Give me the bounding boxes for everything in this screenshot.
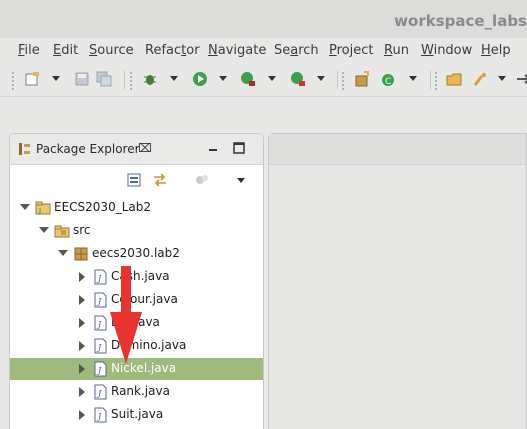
java-file-icon: J — [94, 407, 107, 423]
tree-item-label: eecs2030.lab2 — [92, 246, 180, 260]
toolbar-grip[interactable] — [130, 72, 134, 90]
collapsed-chevron-icon[interactable] — [79, 318, 85, 328]
menu-edit[interactable]: Edit — [53, 43, 78, 58]
eclipse-window: workspace_labs File Edit Source Refactor… — [0, 0, 527, 429]
collapse-all-icon[interactable] — [126, 172, 142, 188]
tree-item-label: src — [73, 223, 91, 237]
new-java-class-icon[interactable]: C — [380, 71, 396, 87]
menu-project[interactable]: Project — [329, 43, 374, 58]
tree-item-label: Nickel.java — [111, 361, 177, 375]
new-dropdown-icon[interactable] — [52, 76, 60, 81]
menu-window[interactable]: Window — [421, 43, 472, 58]
tree-item[interactable]: J Rank.java — [10, 381, 263, 403]
package-explorer-icon — [19, 143, 30, 155]
java-file-icon: J — [94, 269, 107, 285]
tree-item-label: Suit.java — [111, 407, 164, 421]
editor-header — [269, 134, 526, 165]
svg-text:C: C — [385, 77, 391, 87]
save-icon[interactable] — [74, 71, 90, 87]
window-title: workspace_labs — [394, 12, 527, 30]
tree-item-label: Rank.java — [111, 384, 170, 398]
toolbar-divider — [0, 96, 527, 97]
toolbar-separator — [337, 71, 338, 89]
link-with-editor-icon[interactable] — [152, 172, 168, 188]
java-file-icon: J — [94, 384, 107, 400]
open-type-icon[interactable] — [446, 71, 462, 87]
menu-refactor[interactable]: Refactor — [145, 43, 200, 58]
toolbar-separator — [430, 71, 431, 89]
collapsed-chevron-icon[interactable] — [79, 272, 85, 282]
new-class-dropdown-icon[interactable] — [409, 76, 417, 81]
menu-file[interactable]: File — [18, 43, 40, 58]
view-toolbar — [10, 166, 263, 194]
run-dropdown-icon[interactable] — [219, 76, 227, 81]
tree-item[interactable]: J Nickel.java — [10, 358, 263, 380]
tree-item-label: Domino.java — [111, 338, 187, 352]
toolbar-separator — [124, 71, 125, 89]
search-icon[interactable] — [472, 71, 488, 87]
coverage-dropdown-icon[interactable] — [268, 76, 276, 81]
save-all-icon[interactable] — [96, 71, 112, 87]
package-icon — [74, 247, 88, 261]
main-toolbar: C — [0, 66, 527, 94]
menu-navigate[interactable]: Navigate — [208, 43, 266, 58]
tree-item-label: EECS2030_Lab2 — [54, 200, 151, 214]
package-explorer-header: Package Explorer ⌧ — [10, 134, 263, 165]
collapsed-chevron-icon[interactable] — [79, 295, 85, 305]
run-coverage-icon[interactable] — [240, 71, 256, 87]
java-file-icon: J — [94, 292, 107, 308]
toolbar-grip[interactable] — [12, 72, 16, 90]
menu-bar: File Edit Source Refactor Navigate Searc… — [0, 40, 527, 62]
view-menu-icon[interactable] — [237, 178, 245, 183]
editor-area — [268, 133, 527, 429]
focus-active-task-icon[interactable] — [194, 172, 210, 188]
tree-item[interactable]: J Cash.java — [10, 266, 263, 288]
java-file-icon: J — [94, 361, 107, 377]
external-tools-icon[interactable] — [290, 71, 306, 87]
java-file-icon: J — [94, 315, 107, 331]
menu-help[interactable]: Help — [481, 43, 511, 58]
minimize-icon[interactable] — [206, 141, 220, 155]
source-folder-icon — [54, 225, 70, 238]
tree-item[interactable]: J Colour.java — [10, 289, 263, 311]
menu-source[interactable]: Source — [89, 43, 134, 58]
run-icon[interactable] — [192, 71, 208, 87]
debug-dropdown-icon[interactable] — [170, 76, 178, 81]
expanded-chevron-icon[interactable] — [39, 227, 49, 233]
tree-item-label: Colour.java — [111, 292, 178, 306]
expanded-chevron-icon[interactable] — [20, 204, 30, 210]
close-icon[interactable]: ⌧ — [138, 141, 152, 155]
tree-item-label: Cash.java — [111, 269, 170, 283]
menu-run[interactable]: Run — [384, 43, 409, 58]
project-icon: J — [35, 201, 51, 215]
toolbar-grip[interactable] — [435, 72, 439, 90]
search-dropdown-icon[interactable] — [498, 76, 506, 81]
package-explorer-view: Package Explorer ⌧ J EECS2030_Lab2src eecs… — [9, 133, 264, 429]
more-icon[interactable] — [515, 71, 527, 87]
collapsed-chevron-icon[interactable] — [79, 410, 85, 420]
tree-item[interactable]: J Suit.java — [10, 404, 263, 426]
title-bar: workspace_labs — [0, 0, 527, 38]
external-tools-dropdown-icon[interactable] — [317, 76, 325, 81]
tree-item[interactable]: J Die.java — [10, 312, 263, 334]
expanded-chevron-icon[interactable] — [58, 250, 68, 256]
collapsed-chevron-icon[interactable] — [79, 341, 85, 351]
tree-item[interactable]: eecs2030.lab2 — [10, 243, 263, 265]
tree-item[interactable]: J Domino.java — [10, 335, 263, 357]
new-java-package-icon[interactable] — [354, 71, 370, 87]
tree-item[interactable]: src — [10, 220, 263, 242]
new-icon[interactable] — [24, 71, 40, 87]
debug-icon[interactable] — [142, 71, 158, 87]
collapsed-chevron-icon[interactable] — [79, 387, 85, 397]
svg-text:J: J — [38, 207, 41, 215]
collapsed-chevron-icon[interactable] — [79, 364, 85, 374]
tree-item[interactable]: J EECS2030_Lab2 — [10, 197, 263, 219]
package-explorer-tab[interactable]: Package Explorer — [36, 142, 140, 156]
menu-search[interactable]: Search — [274, 43, 319, 58]
java-file-icon: J — [94, 338, 107, 354]
maximize-icon[interactable] — [232, 141, 246, 155]
tree-item-label: Die.java — [111, 315, 160, 329]
toolbar-grip[interactable] — [342, 72, 346, 90]
